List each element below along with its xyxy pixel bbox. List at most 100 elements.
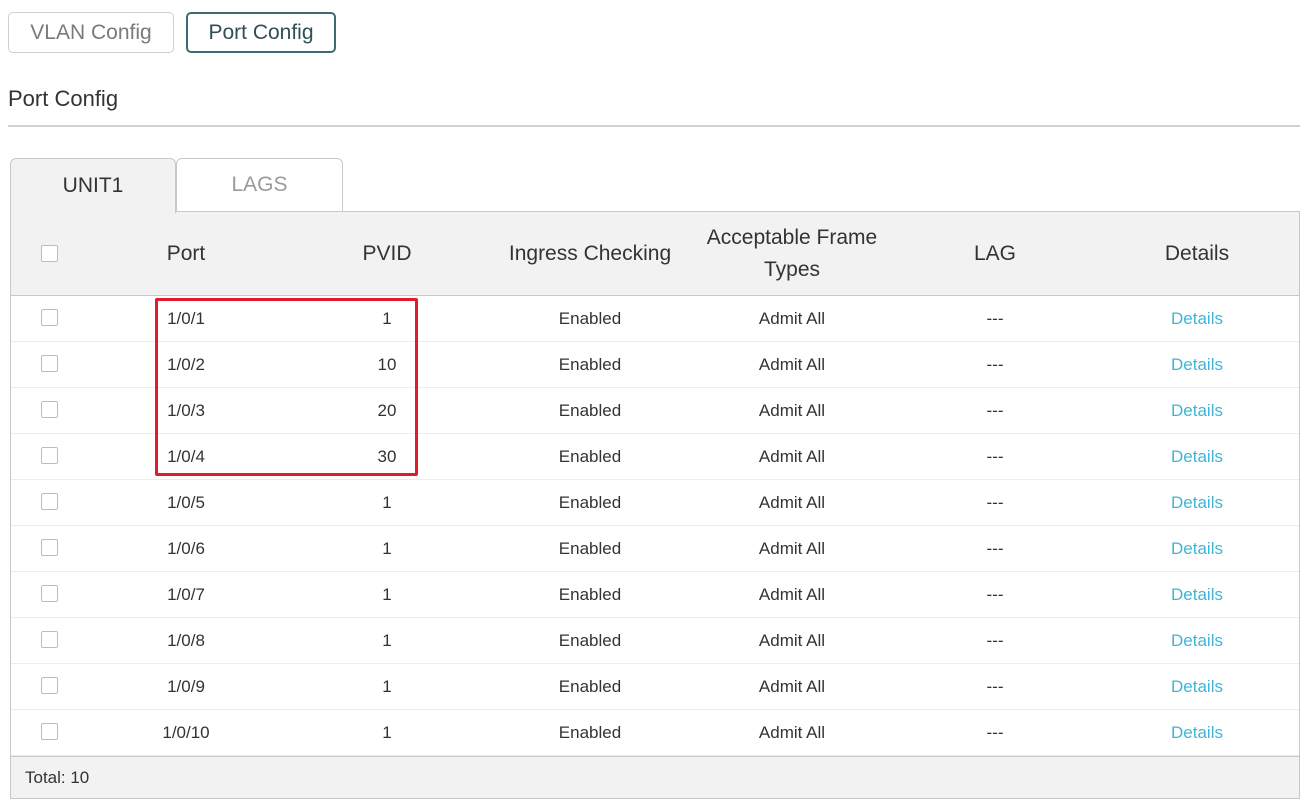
table-row: 1/0/9 1 Enabled Admit All --- Details [11,664,1299,710]
cell-lag-cell: --- [895,572,1095,618]
cell-port: 1/0/1 [167,309,205,328]
details-link[interactable]: Details [1171,447,1223,467]
details-link[interactable]: Details [1171,539,1223,559]
cell-lag: --- [986,585,1004,604]
cell-pvid-cell: 1 [287,664,487,710]
cell-ingress-checking-cell: Enabled [489,618,691,664]
cell-lag: --- [986,677,1004,696]
tab-port-config[interactable]: Port Config [186,12,336,53]
details-link-cell: Details [1097,526,1297,572]
cell-port: 1/0/7 [167,585,205,604]
table-row: 1/0/3 20 Enabled Admit All --- Details [11,388,1299,434]
cell-pvid: 1 [382,677,392,696]
row-checkbox[interactable] [41,631,58,648]
cell-port-cell: 1/0/1 [86,296,286,342]
row-checkbox[interactable] [41,723,58,740]
cell-lag: --- [986,355,1004,374]
table-row: 1/0/10 1 Enabled Admit All --- Details [11,710,1299,756]
details-link-cell: Details [1097,480,1297,526]
cell-port: 1/0/10 [162,723,210,742]
cell-acceptable-frame-types-cell: Admit All [692,434,892,480]
cell-lag: --- [986,447,1004,466]
cell-ingress-checking-cell: Enabled [489,296,691,342]
cell-ingress-checking: Enabled [558,355,622,374]
column-header-frame-line1: Acceptable Frame [706,226,878,249]
cell-pvid: 1 [382,723,392,742]
details-link[interactable]: Details [1171,677,1223,697]
cell-acceptable-frame-types: Admit All [758,401,826,420]
cell-acceptable-frame-types: Admit All [758,677,826,696]
cell-pvid-cell: 10 [287,342,487,388]
table-row: 1/0/4 30 Enabled Admit All --- Details [11,434,1299,480]
cell-ingress-checking-cell: Enabled [489,434,691,480]
cell-pvid-cell: 1 [287,480,487,526]
details-link[interactable]: Details [1171,585,1223,605]
cell-ingress-checking: Enabled [558,631,622,650]
cell-acceptable-frame-types: Admit All [758,447,826,466]
cell-port-cell: 1/0/4 [86,434,286,480]
tab-unit1[interactable]: UNIT1 [10,158,176,213]
cell-port-cell: 1/0/3 [86,388,286,434]
cell-lag: --- [986,723,1004,742]
cell-lag-cell: --- [895,710,1095,756]
cell-lag-cell: --- [895,664,1095,710]
cell-ingress-checking-cell: Enabled [489,710,691,756]
cell-acceptable-frame-types-cell: Admit All [692,388,892,434]
cell-acceptable-frame-types: Admit All [758,585,826,604]
cell-lag: --- [986,309,1004,328]
row-checkbox[interactable] [41,355,58,372]
cell-port-cell: 1/0/8 [86,618,286,664]
cell-ingress-checking-cell: Enabled [489,664,691,710]
details-link-cell: Details [1097,618,1297,664]
table-row: 1/0/1 1 Enabled Admit All --- Details [11,296,1299,342]
details-link[interactable]: Details [1171,401,1223,421]
cell-port: 1/0/6 [167,539,205,558]
cell-ingress-checking: Enabled [558,309,622,328]
row-checkbox[interactable] [41,447,58,464]
column-header-lag: LAG [973,242,1017,265]
details-link[interactable]: Details [1171,723,1223,743]
cell-acceptable-frame-types-cell: Admit All [692,618,892,664]
cell-lag: --- [986,493,1004,512]
cell-acceptable-frame-types: Admit All [758,723,826,742]
row-checkbox[interactable] [41,539,58,556]
table-row: 1/0/2 10 Enabled Admit All --- Details [11,342,1299,388]
details-link[interactable]: Details [1171,355,1223,375]
unit-tab-bar: UNIT1 LAGS [10,158,1300,213]
cell-ingress-checking: Enabled [558,677,622,696]
details-link-cell: Details [1097,664,1297,710]
column-header-acceptable-frame-types: Acceptable Frame Types [692,212,892,296]
row-checkbox[interactable] [41,677,58,694]
cell-pvid-cell: 1 [287,572,487,618]
cell-port: 1/0/9 [167,677,205,696]
cell-port: 1/0/2 [167,355,205,374]
cell-lag-cell: --- [895,480,1095,526]
cell-port-cell: 1/0/7 [86,572,286,618]
row-checkbox[interactable] [41,493,58,510]
column-header-port: Port [166,242,206,265]
select-all-checkbox[interactable] [41,245,58,262]
cell-pvid-cell: 1 [287,618,487,664]
cell-pvid: 1 [382,493,392,512]
row-checkbox[interactable] [41,401,58,418]
row-checkbox[interactable] [41,309,58,326]
details-link[interactable]: Details [1171,493,1223,513]
cell-port-cell: 1/0/10 [86,710,286,756]
cell-pvid: 10 [377,355,397,374]
cell-acceptable-frame-types-cell: Admit All [692,572,892,618]
cell-pvid-cell: 1 [287,296,487,342]
cell-port: 1/0/5 [167,493,205,512]
tab-lags[interactable]: LAGS [176,158,343,212]
cell-pvid: 20 [377,401,397,420]
cell-ingress-checking: Enabled [558,723,622,742]
details-link[interactable]: Details [1171,631,1223,651]
row-checkbox[interactable] [41,585,58,602]
tab-vlan-config[interactable]: VLAN Config [8,12,174,53]
cell-lag-cell: --- [895,296,1095,342]
details-link-cell: Details [1097,710,1297,756]
page-title: Port Config [8,86,119,111]
details-link[interactable]: Details [1171,309,1223,329]
cell-acceptable-frame-types-cell: Admit All [692,664,892,710]
cell-pvid-cell: 1 [287,710,487,756]
section-divider [8,125,1300,127]
